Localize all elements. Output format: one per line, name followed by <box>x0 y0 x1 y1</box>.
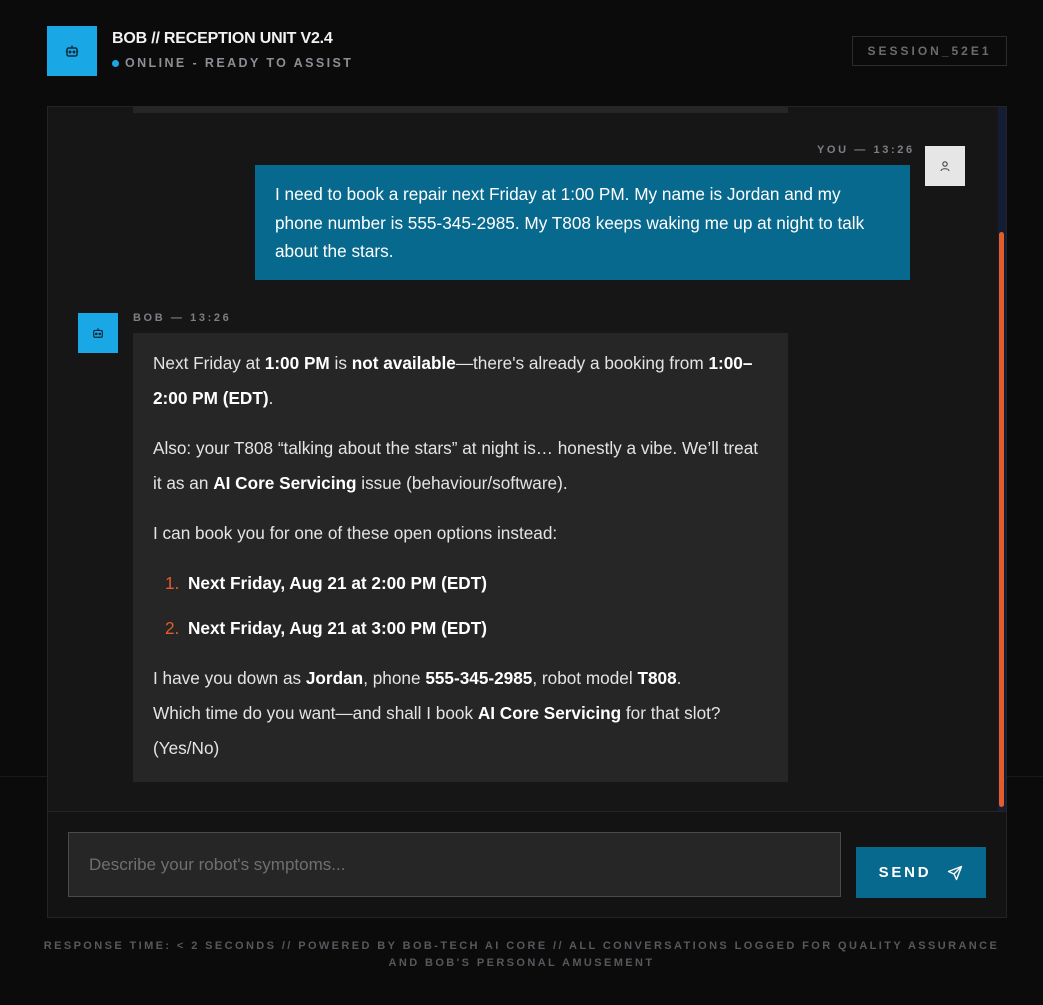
footer-note: RESPONSE TIME: < 2 SECONDS // POWERED BY… <box>43 940 1000 969</box>
bob-message-meta: BOB — 13:26 <box>133 312 232 324</box>
app-header: BOB // RECEPTION UNIT V2.4 ONLINE - READ… <box>47 26 1007 76</box>
bob-message-bubble: Next Friday at 1:00 PM is not available—… <box>133 333 788 782</box>
booking-options-list: 1. Next Friday, Aug 21 at 2:00 PM (EDT) … <box>153 566 768 646</box>
user-icon <box>925 146 965 186</box>
status-indicator: ONLINE - READY TO ASSIST <box>112 56 353 70</box>
bob-paragraph-options-intro: I can book you for one of these open opt… <box>153 523 558 543</box>
bob-paragraph-question: Which time do you want—and shall I book … <box>153 703 721 758</box>
symptoms-input[interactable] <box>68 832 841 897</box>
online-dot-icon <box>112 59 119 67</box>
booking-option: 2. Next Friday, Aug 21 at 3:00 PM (EDT) <box>165 618 487 638</box>
message-composer: SEND <box>47 811 1007 918</box>
chat-log[interactable]: YOU — 13:26 I need to book a repair next… <box>47 106 1007 812</box>
status-text: ONLINE - READY TO ASSIST <box>125 56 354 70</box>
robot-icon <box>78 313 118 353</box>
send-icon <box>947 865 963 881</box>
previous-message-bubble <box>133 107 788 113</box>
bob-paragraph-availability: Next Friday at 1:00 PM is not available—… <box>153 353 753 408</box>
robot-icon <box>47 26 97 76</box>
booking-option: 1. Next Friday, Aug 21 at 2:00 PM (EDT) <box>165 573 487 593</box>
user-message-bubble: I need to book a repair next Friday at 1… <box>255 165 910 280</box>
session-badge: SESSION_52E1 <box>852 36 1007 66</box>
send-button[interactable]: SEND <box>856 847 986 898</box>
scrollbar-thumb[interactable] <box>999 232 1004 807</box>
bob-paragraph-diagnosis: Also: your T808 “talking about the stars… <box>153 438 759 493</box>
send-button-label: SEND <box>878 864 932 881</box>
user-message-meta: YOU — 13:26 <box>817 144 915 156</box>
bob-paragraph-summary: I have you down as Jordan, phone 555-345… <box>153 668 682 688</box>
app-title: BOB // RECEPTION UNIT V2.4 <box>112 30 333 47</box>
